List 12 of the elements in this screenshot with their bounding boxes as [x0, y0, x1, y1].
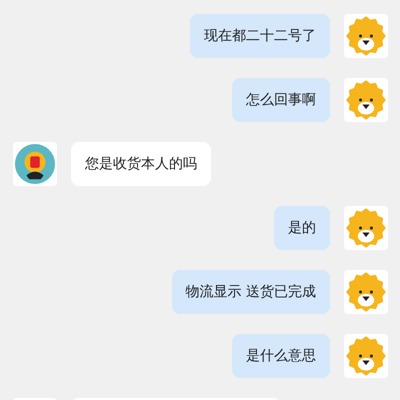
- message-bubble: 现在都二十二号了: [190, 14, 330, 58]
- lion-avatar: [344, 270, 388, 314]
- message-bubble: 是的: [274, 206, 330, 250]
- lion-avatar: [344, 14, 388, 58]
- lion-avatar: [344, 206, 388, 250]
- message-bubble: 物流显示 送货已完成: [172, 270, 330, 314]
- lion-avatar: [344, 334, 388, 378]
- agent-avatar: [13, 142, 57, 186]
- message-bubble: 是什么意思: [232, 334, 330, 378]
- message-bubble: 怎么回事啊: [232, 78, 330, 122]
- message-bubble: 您是收货本人的吗: [71, 142, 211, 186]
- lion-avatar: [344, 78, 388, 122]
